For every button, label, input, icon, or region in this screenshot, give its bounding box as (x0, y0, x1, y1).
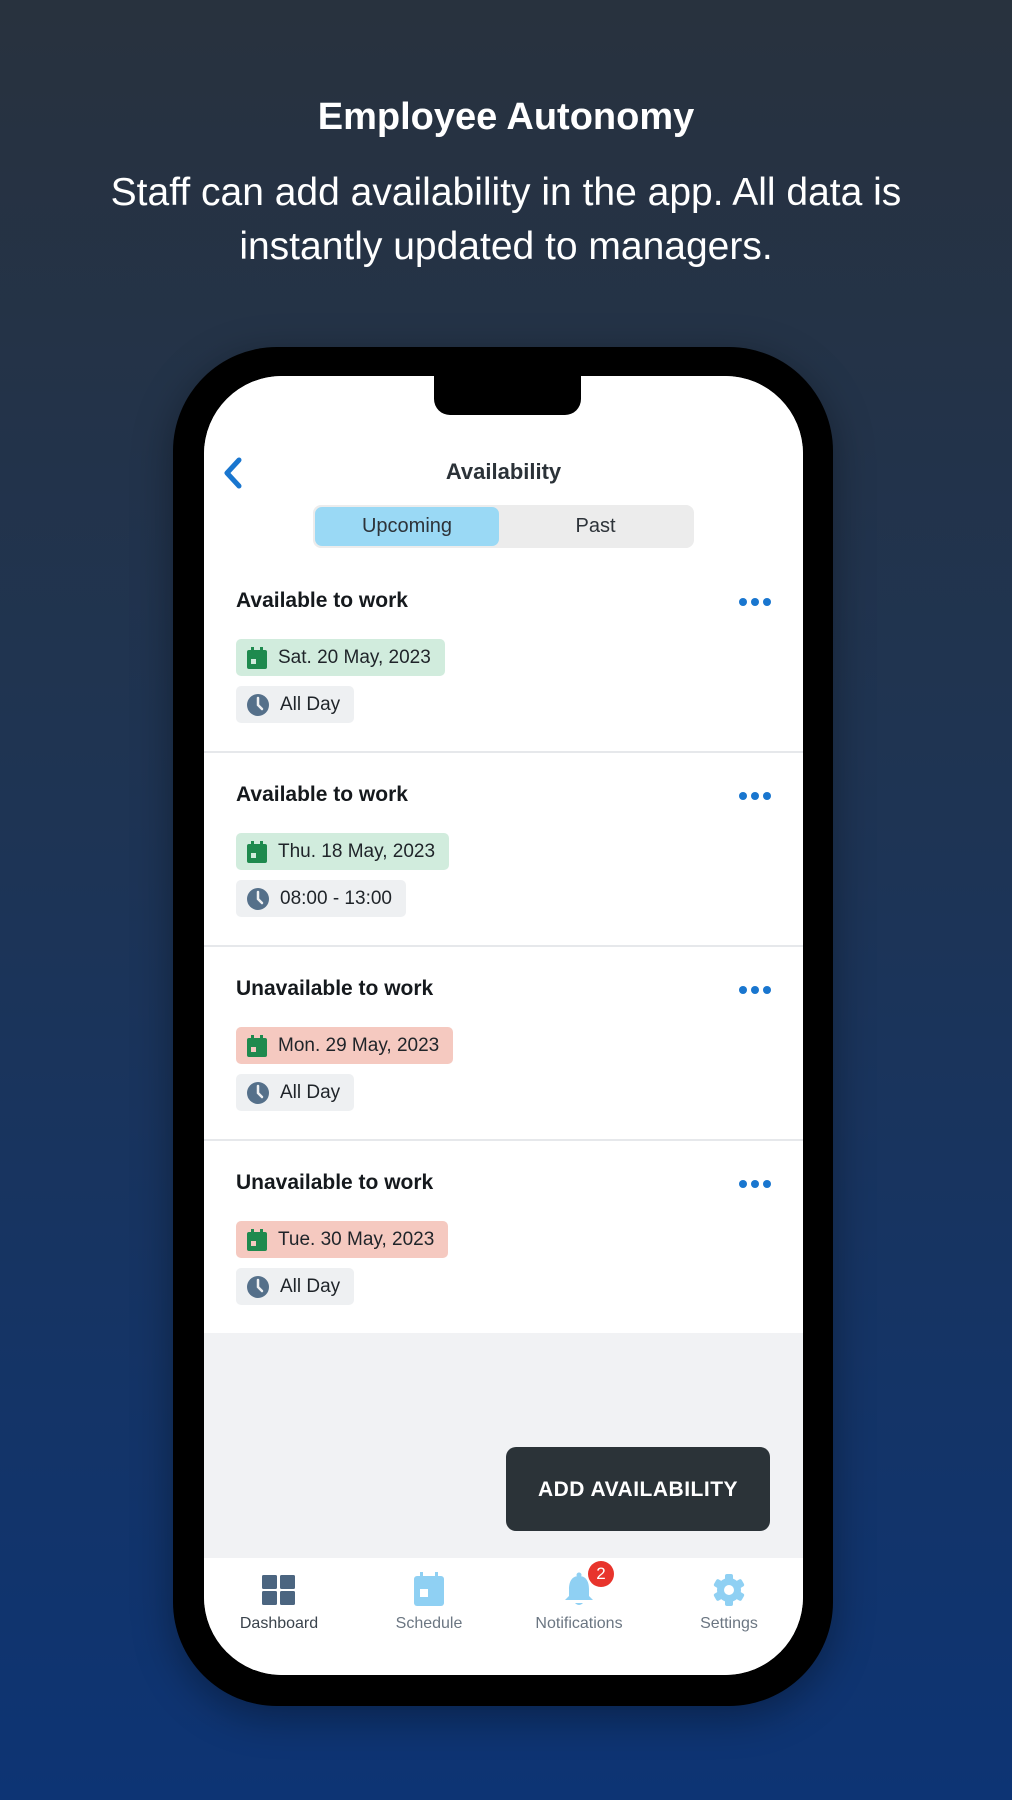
date-text: Thu. 18 May, 2023 (278, 840, 436, 862)
clock-icon (247, 1081, 269, 1104)
availability-list: Available to work Sat. 20 May, 2023 All … (204, 559, 803, 1333)
availability-status: Unavailable to work (236, 1171, 434, 1194)
clock-icon (247, 1275, 269, 1298)
phone-frame: Availability Upcoming Past Available to … (173, 347, 833, 1706)
availability-item[interactable]: Unavailable to work Tue. 30 May, 2023 Al… (204, 1141, 803, 1333)
promo-headline: Employee Autonomy (317, 96, 695, 138)
more-options-button[interactable] (739, 1175, 775, 1195)
add-availability-button[interactable]: ADD AVAILABILITY (506, 1447, 770, 1531)
availability-status: Available to work (236, 589, 408, 612)
tab-label: Dashboard (239, 1615, 319, 1632)
notification-count-badge: 2 (588, 1561, 614, 1587)
tab-upcoming[interactable]: Upcoming (315, 507, 499, 546)
time-text: All Day (280, 1081, 341, 1103)
calendar-icon (247, 1034, 267, 1057)
tab-dashboard[interactable]: Dashboard (204, 1558, 354, 1658)
tab-notifications[interactable]: 2 Notifications (504, 1558, 654, 1658)
calendar-icon (414, 1572, 444, 1606)
availability-status: Available to work (236, 783, 408, 806)
availability-item[interactable]: Available to work Thu. 18 May, 2023 08:0… (204, 753, 803, 947)
phone-notch (434, 376, 581, 415)
date-chip: Thu. 18 May, 2023 (236, 833, 450, 870)
more-options-button[interactable] (739, 981, 775, 1001)
time-chip: All Day (236, 1074, 355, 1111)
tab-label: Schedule (395, 1615, 463, 1632)
time-chip: All Day (236, 1268, 355, 1305)
time-text: 08:00 - 13:00 (280, 887, 392, 909)
calendar-icon (247, 840, 267, 863)
availability-status: Unavailable to work (236, 977, 434, 1000)
tab-schedule[interactable]: Schedule (354, 1558, 504, 1658)
calendar-icon (247, 646, 267, 669)
date-chip: Sat. 20 May, 2023 (236, 639, 445, 676)
gear-icon (713, 1574, 745, 1606)
app-screen: Availability Upcoming Past Available to … (204, 376, 803, 1675)
clock-icon (247, 693, 269, 716)
tab-label: Settings (700, 1615, 758, 1632)
tab-label: Notifications (535, 1615, 623, 1632)
availability-item[interactable]: Unavailable to work Mon. 29 May, 2023 Al… (204, 947, 803, 1141)
promo-subline: Staff can add availability in the app. A… (110, 171, 902, 268)
time-chip: All Day (236, 686, 355, 723)
availability-item[interactable]: Available to work Sat. 20 May, 2023 All … (204, 559, 803, 753)
clock-icon (247, 887, 269, 910)
time-text: All Day (280, 1275, 341, 1297)
tab-past[interactable]: Past (499, 507, 692, 546)
dashboard-grid-icon (262, 1575, 295, 1605)
date-chip: Mon. 29 May, 2023 (236, 1027, 454, 1064)
date-chip: Tue. 30 May, 2023 (236, 1221, 449, 1258)
more-options-button[interactable] (739, 593, 775, 613)
page-title: Availability (445, 459, 562, 484)
time-chip: 08:00 - 13:00 (236, 880, 406, 917)
more-options-button[interactable] (739, 787, 775, 807)
time-text: All Day (280, 693, 341, 715)
bottom-tab-bar: Dashboard Schedule 2 Notifications Setti… (204, 1558, 803, 1675)
date-text: Tue. 30 May, 2023 (278, 1228, 435, 1250)
date-text: Mon. 29 May, 2023 (278, 1034, 440, 1056)
segmented-control: Upcoming Past (313, 505, 694, 548)
tab-settings[interactable]: Settings (654, 1558, 803, 1658)
calendar-icon (247, 1228, 267, 1251)
date-text: Sat. 20 May, 2023 (278, 646, 431, 668)
